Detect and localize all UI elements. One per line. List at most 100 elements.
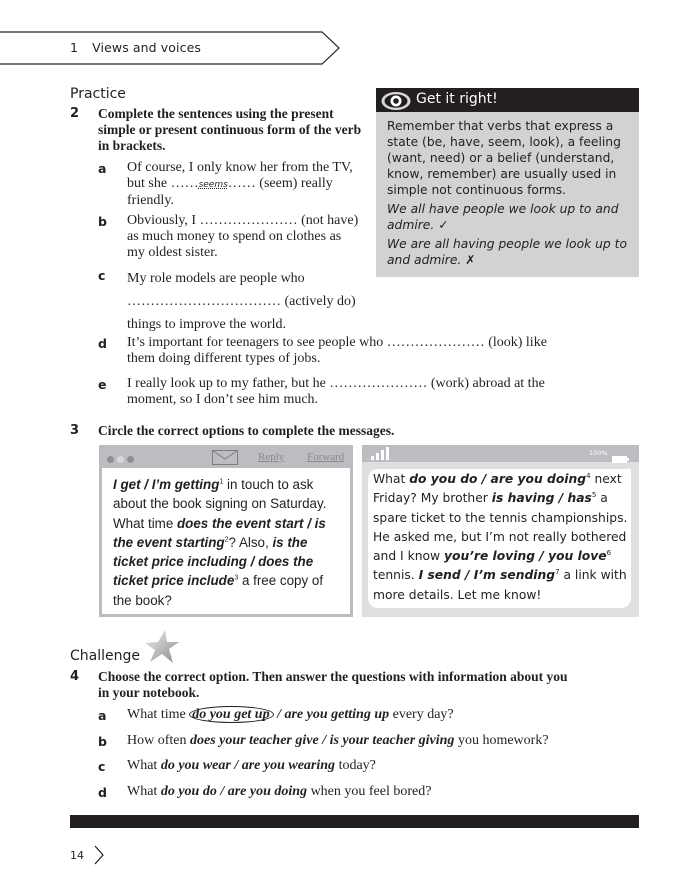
option-5[interactable]: is having / has [492,491,592,505]
blank-dots: …… [227,176,256,191]
item-letter-d: d [98,336,107,351]
battery-icon [612,450,629,468]
forward-link[interactable]: Forward [307,451,344,463]
instruction-line: Complete the sentences using the present [98,106,334,121]
signal-icon [371,447,391,465]
chevron-right-icon[interactable] [93,845,105,870]
text-segment: today? [335,758,376,773]
option-alt[interactable]: are you getting up [284,707,389,722]
option-circled[interactable]: do you get up [189,706,274,723]
exercise-4-item-a: What time do you get up / are you gettin… [127,706,597,723]
item-line[interactable]: …………………………… (actively do) [127,290,377,313]
text-segment: What [373,472,410,486]
option-7[interactable]: I send / I’m sending [419,568,555,582]
item-line: my oldest sister. [127,245,218,260]
unit-title: 1 Views and voices [70,40,201,55]
star-icon [143,630,179,669]
get-it-right-title: Get it right! [416,91,498,107]
exercise-4-item-b: How often does your teacher give / is yo… [127,733,597,749]
item-line: My role models are people who [127,271,305,286]
footer-bar [70,815,639,828]
text-segment: when you feel bored? [307,784,432,799]
exercise-2-item-a: Of course, I only know her from the TV, … [127,160,372,209]
challenge-heading: Challenge [70,648,140,664]
get-it-right-header: Get it right! [376,88,639,112]
exercise-4-instruction: Choose the correct option. Then answer t… [98,669,568,701]
example-text: We all have people we look up to and adm… [387,202,619,232]
item-letter-c: c [98,759,106,774]
instruction-line: in brackets. [98,138,166,153]
option-4[interactable]: do you do / are you doing [409,472,586,486]
item-letter-a: a [98,708,107,723]
instruction-line: Choose the correct option. Then answer t… [98,669,568,684]
item-letter-b: b [98,734,107,749]
get-it-right-body: Remember that verbs that express a state… [376,112,639,268]
item-line: things to improve the world. [127,317,287,332]
example-text: We are all having people we look up to a… [387,237,627,267]
exercise-2-item-e: I really look up to my father, but he ……… [127,376,577,408]
exercise-3-instruction: Circle the correct options to complete t… [98,423,395,438]
item-line: Of course, I only know her from the TV, [127,160,353,175]
gap-number: 6 [606,549,612,558]
text-segment: ? Also, [228,534,273,550]
get-it-right-box: Get it right! Remember that verbs that e… [376,88,639,277]
unit-name: Views and voices [92,40,201,55]
instruction-line: simple or present continuous form of the… [98,122,362,137]
text-segment: What [127,784,161,799]
exercise-2-number: 2 [70,106,80,121]
exercise-4-item-d: What do you do / are you doing when you … [127,784,597,800]
option-6[interactable]: you’re loving / you love [444,549,607,563]
option-separator: / [216,784,228,799]
option-separator: / [318,733,330,748]
text-segment: you homework? [454,733,549,748]
grammar-rule: Remember that verbs that express a state… [387,119,621,197]
email-text: I get / I’m getting1 in touch to ask abo… [113,475,345,610]
item-line[interactable]: Obviously, I ………………… (not have) [127,213,377,229]
blank-dots: …… [170,176,199,191]
option-1[interactable]: do you wear [161,758,231,773]
item-line-with-answer: but she ……seems…… (seem) really [127,176,372,193]
item-letter-b: b [98,214,107,229]
exercise-3-number: 3 [70,423,80,438]
unit-number: 1 [70,40,79,55]
item-line: moment, so I don’t see him much. [127,392,319,407]
window-dot-icon [117,456,124,463]
item-letter-d: d [98,785,107,800]
text-segment: How often [127,733,190,748]
exercise-2-item-d: It’s important for teenagers to see peop… [127,335,577,367]
cross-icon: ✗ [465,253,476,267]
exercise-2-item-b: Obviously, I ………………… (not have) as much … [127,213,377,261]
item-line: them doing different types of jobs. [127,351,321,366]
battery-percentage: 100% [589,449,608,457]
text-segment: What [127,758,161,773]
window-dot-icon [127,456,134,463]
option-2[interactable]: is your teacher giving [330,733,455,748]
page-number: 14 [70,849,84,862]
incorrect-example: We are all having people we look up to a… [387,236,629,268]
item-line[interactable]: I really look up to my father, but he ……… [127,376,577,392]
exercise-2-instruction: Complete the sentences using the present… [98,106,368,154]
envelope-icon [212,450,238,470]
exercise-2-item-c: My role models are people who …………………………… [127,267,377,336]
practice-heading: Practice [70,86,126,102]
text-segment: tennis. [373,568,419,583]
option-1[interactable]: do you do [161,784,217,799]
unit-header-tab: 1 Views and voices [0,31,345,65]
option-1[interactable]: I get / I’m getting [113,477,219,492]
item-line: as much money to spend on clothes as [127,229,342,244]
correct-example: We all have people we look up to and adm… [387,201,629,233]
reply-link[interactable]: Reply [258,451,284,463]
exercise-4-number: 4 [70,669,80,684]
item-line[interactable]: It’s important for teenagers to see peop… [127,335,577,351]
window-dot-icon [107,456,114,463]
option-2[interactable]: are you doing [228,784,307,799]
option-1[interactable]: does your teacher give [190,733,319,748]
item-text-part: but she [127,176,171,191]
item-letter-a: a [98,161,107,176]
exercise-4-item-c: What do you wear / are you wearing today… [127,758,597,774]
option-2[interactable]: are you wearing [242,758,335,773]
text-segment: every day? [389,707,454,722]
text-segment: What time [127,707,190,722]
check-icon: ✓ [438,218,449,232]
option-separator: / [230,758,242,773]
